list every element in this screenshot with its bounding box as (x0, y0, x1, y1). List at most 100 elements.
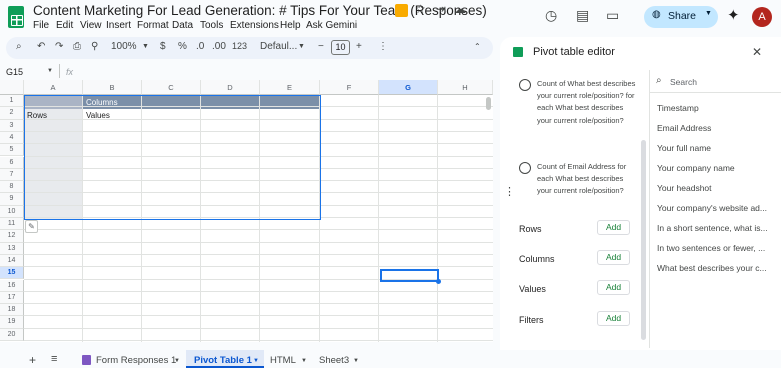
edit-pivot-icon[interactable]: ✎ (25, 220, 38, 233)
fill-handle[interactable] (436, 279, 441, 284)
row-header-15[interactable]: 15 (0, 267, 24, 280)
zoom-select[interactable]: 100% (111, 41, 137, 52)
column-header-g[interactable]: G (379, 80, 438, 95)
row-header-11[interactable]: 11 (0, 218, 24, 231)
zoom-dropdown-icon[interactable]: ▼ (142, 43, 149, 50)
menu-view[interactable]: View (80, 20, 102, 31)
percent-format-button[interactable]: % (178, 41, 187, 52)
add-values-button[interactable]: Add (597, 280, 630, 295)
select-all-corner[interactable] (0, 80, 24, 95)
paint-format-icon[interactable]: ⚲ (91, 41, 98, 52)
increase-decimal-button[interactable]: .00 (212, 41, 226, 52)
row-header-13[interactable]: 13 (0, 242, 24, 255)
field-item[interactable]: Your headshot (657, 183, 767, 193)
menu-extensions[interactable]: Extensions (230, 20, 279, 31)
row-header-6[interactable]: 6 (0, 156, 24, 169)
collapse-menus-icon[interactable]: ⌃ (474, 42, 481, 51)
decrease-decimal-button[interactable]: .0 (196, 41, 204, 52)
font-dropdown-icon[interactable]: ▼ (298, 43, 305, 50)
tab-html[interactable]: HTML (270, 355, 296, 366)
more-toolbar-icon[interactable]: ⋮ (378, 41, 388, 52)
menu-edit[interactable]: Edit (56, 20, 73, 31)
column-header-a[interactable]: A (24, 80, 83, 95)
editor-scrollbar[interactable] (641, 140, 646, 340)
row-header-12[interactable]: 12 (0, 230, 24, 243)
print-icon[interactable]: ⎙ (73, 41, 81, 52)
suggestion-radio-1[interactable] (519, 79, 531, 91)
row-header-19[interactable]: 19 (0, 316, 24, 329)
add-sheet-icon[interactable]: + (29, 353, 36, 367)
suggestion-1-text[interactable]: Count of What best describes your curren… (537, 78, 637, 127)
formula-input[interactable] (80, 66, 493, 78)
field-item[interactable]: Your full name (657, 143, 767, 153)
field-search-input[interactable]: Search (670, 77, 697, 87)
avatar[interactable]: A (752, 7, 772, 27)
row-header-7[interactable]: 7 (0, 168, 24, 182)
row-header-5[interactable]: 5 (0, 144, 24, 157)
column-header-h[interactable]: H (438, 80, 493, 95)
field-item[interactable]: Email Address (657, 123, 767, 133)
move-folder-icon[interactable]: ⇥ (436, 2, 446, 16)
bookmark-icon[interactable] (395, 4, 408, 17)
vertical-scrollbar[interactable] (486, 97, 491, 110)
menu-file[interactable]: File (33, 20, 49, 31)
redo-icon[interactable]: ↷ (55, 41, 63, 52)
menu-insert[interactable]: Insert (106, 20, 131, 31)
all-sheets-icon[interactable]: ≡ (51, 353, 57, 365)
menu-data[interactable]: Data (172, 20, 193, 31)
gemini-icon[interactable]: ✦ (727, 6, 740, 24)
font-size-input[interactable]: 10 (331, 40, 350, 55)
menu-help[interactable]: Help (280, 20, 301, 31)
meet-icon[interactable]: ▭ (606, 7, 619, 24)
font-select[interactable]: Defaul... (260, 41, 297, 52)
row-header-16[interactable]: 16 (0, 279, 24, 292)
row-header-3[interactable]: 3 (0, 119, 24, 132)
add-rows-button[interactable]: Add (597, 220, 630, 235)
row-header-20[interactable]: 20 (0, 328, 24, 341)
selected-cell-g15[interactable] (380, 269, 439, 282)
field-item[interactable]: In two sentences or fewer, ... (657, 243, 767, 253)
column-header-c[interactable]: C (142, 80, 201, 95)
name-box[interactable]: G15 (6, 67, 23, 77)
suggestion-2-text[interactable]: Count of Email Address for each What bes… (537, 161, 637, 198)
row-header-1[interactable]: 1 (0, 95, 24, 108)
undo-icon[interactable]: ↶ (37, 41, 45, 52)
sheets-logo-icon[interactable] (8, 6, 24, 28)
tab-dropdown-icon[interactable]: ▼ (353, 358, 359, 364)
star-icon[interactable]: ☆ (415, 2, 426, 16)
column-header-e[interactable]: E (260, 80, 320, 95)
menu-ask-gemini[interactable]: Ask Gemini (306, 20, 357, 31)
name-box-dropdown-icon[interactable]: ▼ (47, 68, 53, 74)
field-item[interactable]: Your company name (657, 163, 767, 173)
add-filters-button[interactable]: Add (597, 311, 630, 326)
currency-format-button[interactable]: $ (160, 41, 166, 52)
row-header-17[interactable]: 17 (0, 291, 24, 305)
tab-form-responses-1[interactable]: Form Responses 1 (96, 355, 176, 366)
decrease-font-size-icon[interactable]: − (318, 41, 324, 52)
comments-icon[interactable]: ▤ (576, 7, 589, 24)
row-header-10[interactable]: 10 (0, 205, 24, 218)
close-icon[interactable]: ✕ (752, 45, 762, 59)
field-item[interactable]: In a short sentence, what is... (657, 223, 767, 233)
spreadsheet-grid[interactable]: A B C D E F G H 1 2 3 4 5 6 7 8 9 10 11 12 13 14 15 16 1… (0, 80, 493, 342)
menu-format[interactable]: Format (137, 20, 169, 31)
field-item[interactable]: Your company's website ad... (657, 203, 767, 213)
row-header-9[interactable]: 9 (0, 193, 24, 206)
increase-font-size-icon[interactable]: + (356, 41, 362, 52)
tab-dropdown-icon[interactable]: ▼ (301, 358, 307, 364)
history-icon[interactable]: ◷ (545, 7, 557, 24)
menu-tools[interactable]: Tools (200, 20, 223, 31)
share-dropdown-icon[interactable]: ▼ (705, 10, 712, 17)
field-item[interactable]: Timestamp (657, 103, 767, 113)
drag-handle-icon[interactable]: ⋮ (504, 185, 515, 198)
field-item[interactable]: What best describes your c... (657, 263, 767, 273)
suggestion-radio-2[interactable] (519, 162, 531, 174)
column-header-b[interactable]: B (83, 80, 142, 95)
tab-dropdown-icon[interactable]: ▼ (174, 358, 180, 364)
search-menus-icon[interactable]: ⌕ (16, 41, 22, 52)
add-columns-button[interactable]: Add (597, 250, 630, 265)
tab-dropdown-icon[interactable]: ▼ (253, 358, 259, 364)
row-header-8[interactable]: 8 (0, 181, 24, 194)
row-header-18[interactable]: 18 (0, 304, 24, 317)
tab-sheet3[interactable]: Sheet3 (319, 355, 349, 366)
